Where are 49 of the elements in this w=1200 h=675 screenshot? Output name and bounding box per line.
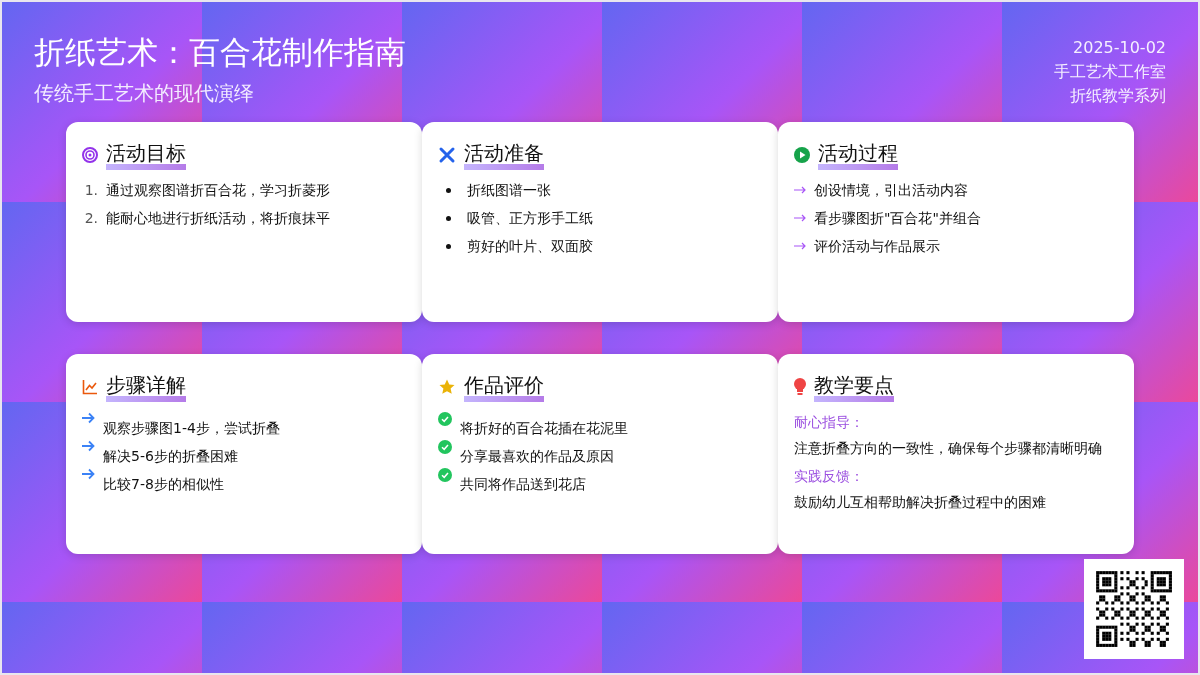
page-title: 折纸艺术：百合花制作指南 [34, 33, 406, 72]
item-number: 1. [84, 182, 98, 198]
bullet-icon [446, 243, 451, 249]
note-label: 实践反馈： [794, 467, 865, 486]
note-label: 耐心指导： [794, 413, 865, 432]
list-item: 比较7-8步的相似性 [103, 475, 224, 494]
bullet-icon [446, 215, 451, 221]
list-item: 分享最喜欢的作品及原因 [460, 447, 614, 466]
list-item: 剪好的叶片、双面胶 [467, 237, 593, 256]
list-item: 通过观察图谱折百合花，学习折菱形 [106, 181, 330, 200]
bullet-icon [446, 187, 451, 193]
arrow-icon [794, 214, 806, 222]
qr-code-icon [1084, 559, 1184, 659]
item-number: 2. [84, 210, 98, 226]
list-item: 吸管、正方形手工纸 [467, 209, 593, 228]
page-subtitle: 传统手工艺术的现代演绎 [34, 80, 255, 106]
note-text: 鼓励幼儿互相帮助解决折叠过程中的困难 [794, 493, 1047, 512]
list-item: 共同将作品送到花店 [460, 475, 586, 494]
list-item: 看步骤图折"百合花"并组合 [814, 209, 981, 228]
arrow-icon [794, 242, 806, 250]
card-title: 教学要点 [814, 372, 894, 402]
target-icon [82, 147, 98, 163]
list-item: 折纸图谱一张 [467, 181, 551, 200]
list-item: 观察步骤图1-4步，尝试折叠 [103, 419, 280, 438]
arrow-icon [82, 440, 95, 452]
star-icon [438, 378, 456, 396]
card-title: 活动目标 [106, 140, 186, 170]
lightbulb-icon [794, 378, 806, 396]
list-item: 解决5-6步的折叠困难 [103, 447, 238, 466]
check-icon [438, 440, 452, 454]
card-title: 步骤详解 [106, 372, 186, 402]
list-item: 能耐心地进行折纸活动，将折痕抹平 [106, 209, 330, 228]
arrow-icon [82, 412, 95, 424]
arrow-icon [82, 468, 95, 480]
note-text: 注意折叠方向的一致性，确保每个步骤都清晰明确 [794, 439, 1103, 458]
arrow-icon [794, 186, 806, 194]
meta-text: 手工艺术工作室 [1054, 61, 1166, 83]
check-icon [438, 412, 452, 426]
play-icon [794, 147, 810, 163]
card-title: 作品评价 [464, 372, 544, 402]
card-title: 活动准备 [464, 140, 544, 170]
list-item: 创设情境，引出活动内容 [814, 181, 968, 200]
meta-text: 折纸教学系列 [1070, 85, 1166, 107]
list-item: 将折好的百合花插在花泥里 [460, 419, 628, 438]
chart-icon [82, 379, 98, 395]
card-title: 活动过程 [818, 140, 898, 170]
list-item: 评价活动与作品展示 [814, 237, 940, 256]
meta-text: 2025-10-02 [1073, 37, 1166, 59]
check-icon [438, 468, 452, 482]
